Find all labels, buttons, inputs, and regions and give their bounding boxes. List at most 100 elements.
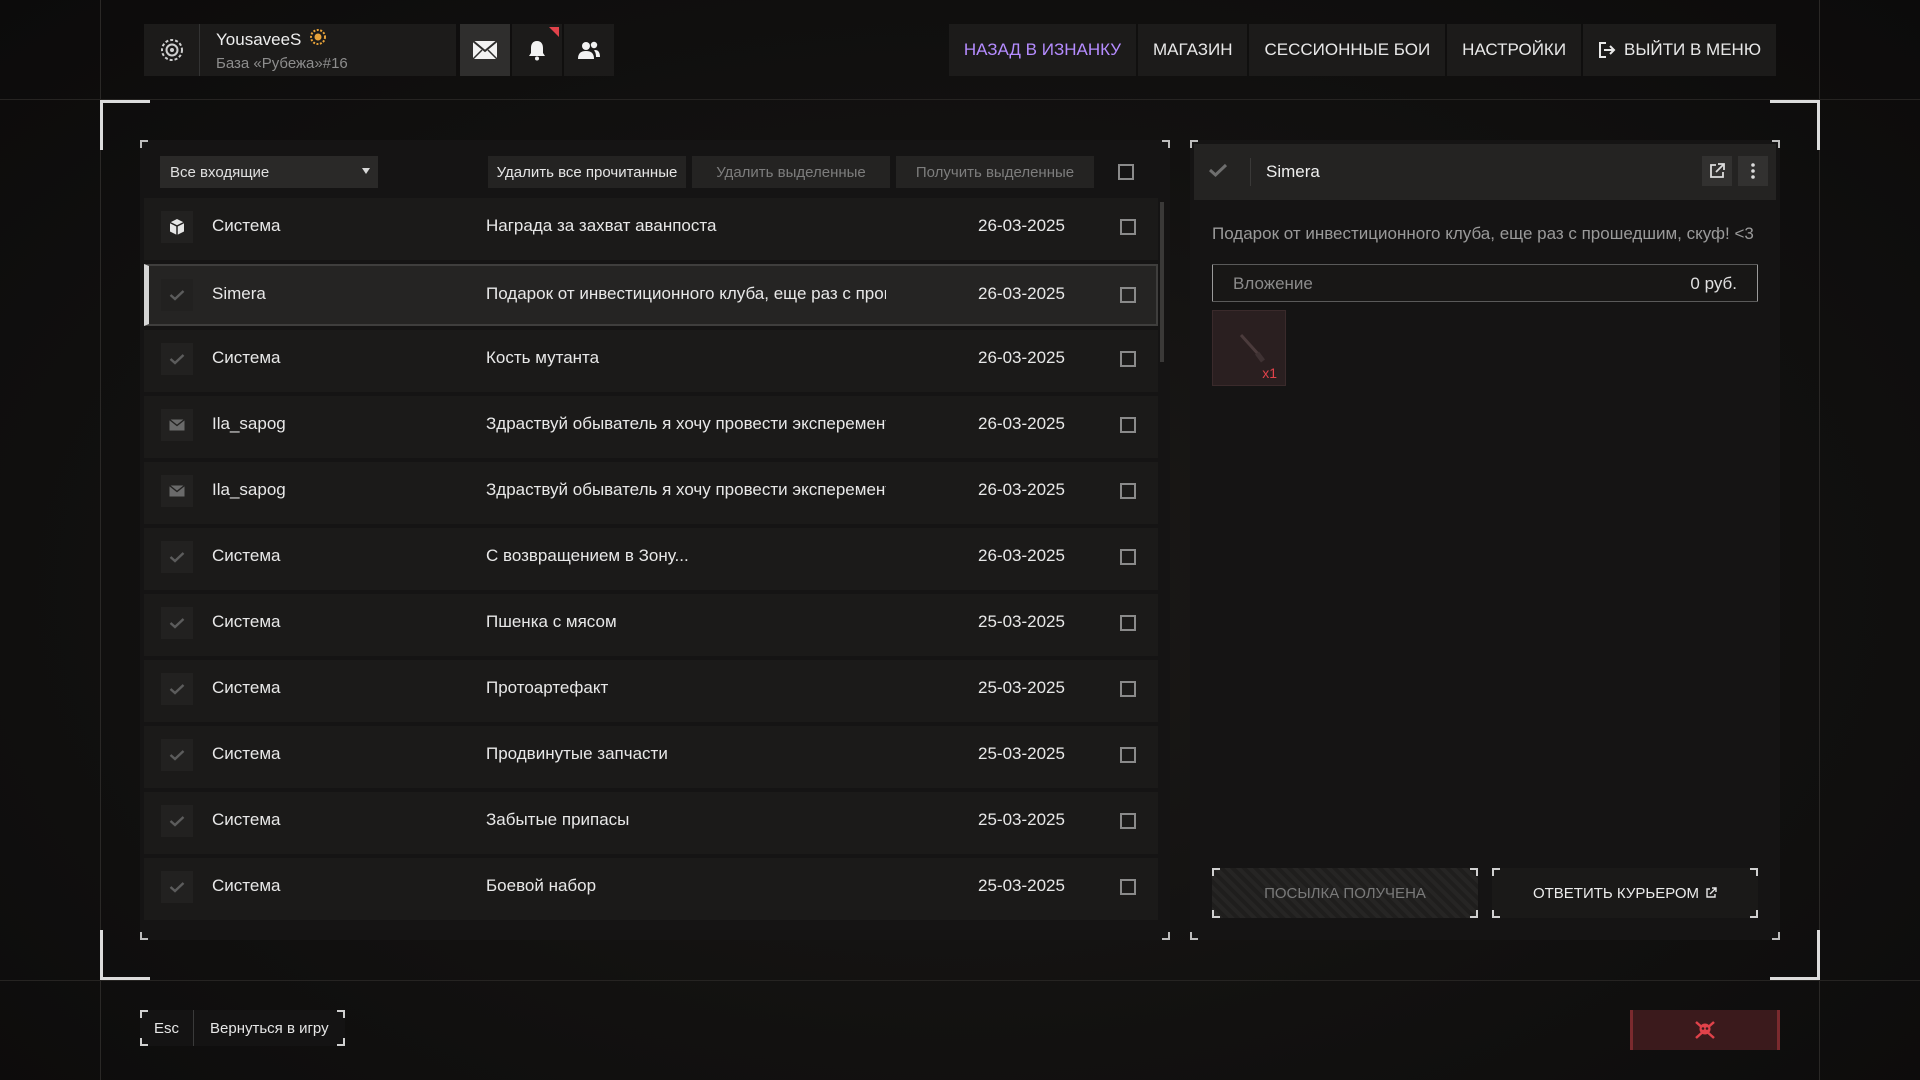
message-checkbox[interactable] [1120,219,1136,235]
exit-label: ВЫЙТИ В МЕНЮ [1624,40,1761,59]
check-icon [161,343,193,375]
attachment-value: 0 руб. [1690,274,1737,293]
message-date: 25-03-2025 [978,612,1065,631]
check-icon [161,739,193,771]
reply-courier-button[interactable]: ОТВЕТИТЬ КУРЬЕРОМ [1492,868,1758,918]
nav-exit-button[interactable]: ВЫЙТИ В МЕНЮ [1583,24,1776,76]
message-sender: Ila_sapog [212,414,286,433]
attachment-item-slot[interactable]: x1 [1212,310,1286,386]
back-to-game-control[interactable]: Esc Вернуться в игру [140,1010,345,1046]
faction-emblem-icon [144,24,200,76]
message-row[interactable]: Ila_sapog Здраствуй обыватель я хочу пров… [144,396,1158,458]
check-icon [161,805,193,837]
more-options-button[interactable] [1738,156,1768,186]
message-date: 25-03-2025 [978,744,1065,763]
message-row[interactable]: Система Продвинутые запчасти 25-03-2025 [144,726,1158,788]
message-row[interactable]: Система Забытые припасы 25-03-2025 [144,792,1158,854]
detail-sender: Simera [1266,162,1320,181]
message-checkbox[interactable] [1120,287,1136,303]
gold-badge-icon [309,28,327,51]
exit-icon [1598,41,1616,59]
message-date: 25-03-2025 [978,678,1065,697]
message-list-scrollbar[interactable] [1160,202,1164,362]
message-sender: Ila_sapog [212,480,286,499]
message-subject: Забытые припасы [486,810,630,829]
friends-icon [578,41,600,59]
message-subject: Подарок от инвестиционного клуба, еще ра… [486,284,886,303]
delete-read-button[interactable]: Удалить все прочитанные [488,156,686,188]
message-subject: Продвинутые запчасти [486,744,668,763]
message-checkbox[interactable] [1120,615,1136,631]
package-icon [161,211,193,243]
message-checkbox[interactable] [1120,747,1136,763]
message-checkbox[interactable] [1120,417,1136,433]
message-row[interactable]: Система Кость мутанта 26-03-2025 [144,330,1158,392]
skull-crossbones-icon [1695,1021,1715,1039]
skull-button[interactable] [1630,1010,1780,1050]
nav-session-button[interactable]: СЕССИОННЫЕ БОИ [1249,24,1446,76]
message-subject: Пшенка с мясом [486,612,617,631]
back-to-game-label: Вернуться в игру [194,1010,345,1046]
message-checkbox[interactable] [1120,351,1136,367]
message-date: 25-03-2025 [978,810,1065,829]
message-row[interactable]: Система С возвращением в Зону... 26-03-202… [144,528,1158,590]
check-icon [161,279,193,311]
message-checkbox[interactable] [1120,879,1136,895]
nav-settings-button[interactable]: НАСТРОЙКИ [1447,24,1582,76]
message-subject: Здраствуй обыватель я хочу провести эксп… [486,414,886,433]
select-all-checkbox[interactable] [1118,164,1134,180]
chevron-down-icon [362,168,370,174]
inbox-panel: Все входящие Удалить все прочитанные Уда… [140,140,1170,940]
nav-shop-button[interactable]: МАГАЗИН [1138,24,1248,76]
message-checkbox[interactable] [1120,549,1136,565]
message-subject: Здраствуй обыватель я хочу провести эксп… [486,480,886,499]
message-sender: Система [212,216,281,235]
external-link-icon [1710,163,1725,178]
message-date: 26-03-2025 [978,546,1065,565]
delete-selected-button[interactable]: Удалить выделенные [692,156,890,188]
receive-selected-button[interactable]: Получить выделенные [896,156,1094,188]
message-sender: Система [212,810,281,829]
profile-card[interactable]: YousaveeS База «Рубежа»#16 [144,24,456,76]
notification-dot [549,27,559,37]
message-subject: Протоартефакт [486,678,609,697]
nav-back-button[interactable]: НАЗАД В ИЗНАНКУ [948,24,1136,76]
check-icon [161,673,193,705]
attachment-bar: Вложение 0 руб. [1212,264,1758,302]
envelope-icon [161,409,193,441]
message-detail-panel: Simera Подарок от инвестиционного клуба,… [1190,140,1780,940]
message-checkbox[interactable] [1120,483,1136,499]
message-sender: Система [212,348,281,367]
inbox-filter-select[interactable]: Все входящие [160,156,378,188]
message-date: 26-03-2025 [978,216,1065,235]
message-row[interactable]: Система Боевой набор 25-03-2025 [144,858,1158,920]
message-sender: Simera [212,284,266,303]
message-row[interactable]: Ila_sapog Здраствуй обыватель я хочу пров… [144,462,1158,524]
check-icon [161,541,193,573]
message-row[interactable]: Simera Подарок от инвестиционного клуба, … [144,264,1158,326]
notifications-button[interactable] [512,24,562,76]
message-row[interactable]: Система Протоартефакт 25-03-2025 [144,660,1158,722]
message-list: Система Награда за захват аванпоста 26-03-… [144,198,1158,928]
inbox-toolbar: Все входящие Удалить все прочитанные Уда… [160,152,1156,192]
message-row[interactable]: Система Пшенка с мясом 25-03-2025 [144,594,1158,656]
message-checkbox[interactable] [1120,813,1136,829]
esc-key[interactable]: Esc [140,1010,194,1046]
main-nav: НАЗАД В ИЗНАНКУ МАГАЗИН СЕССИОННЫЕ БОИ Н… [948,24,1776,76]
message-date: 26-03-2025 [978,348,1065,367]
check-icon [161,871,193,903]
item-quantity: x1 [1262,365,1277,381]
message-checkbox[interactable] [1120,681,1136,697]
parcel-received-button[interactable]: ПОСЫЛКА ПОЛУЧЕНА [1212,868,1478,918]
check-icon [161,607,193,639]
message-sender: Система [212,678,281,697]
message-row[interactable]: Система Награда за захват аванпоста 26-03-… [144,198,1158,260]
check-icon [1208,162,1228,183]
attachment-label: Вложение [1233,274,1313,293]
reply-courier-label: ОТВЕТИТЬ КУРЬЕРОМ [1532,884,1700,902]
friends-button[interactable] [564,24,614,76]
external-link-icon [1706,887,1717,898]
mail-button[interactable] [460,24,510,76]
open-external-button[interactable] [1702,156,1732,186]
more-vertical-icon [1751,163,1755,179]
